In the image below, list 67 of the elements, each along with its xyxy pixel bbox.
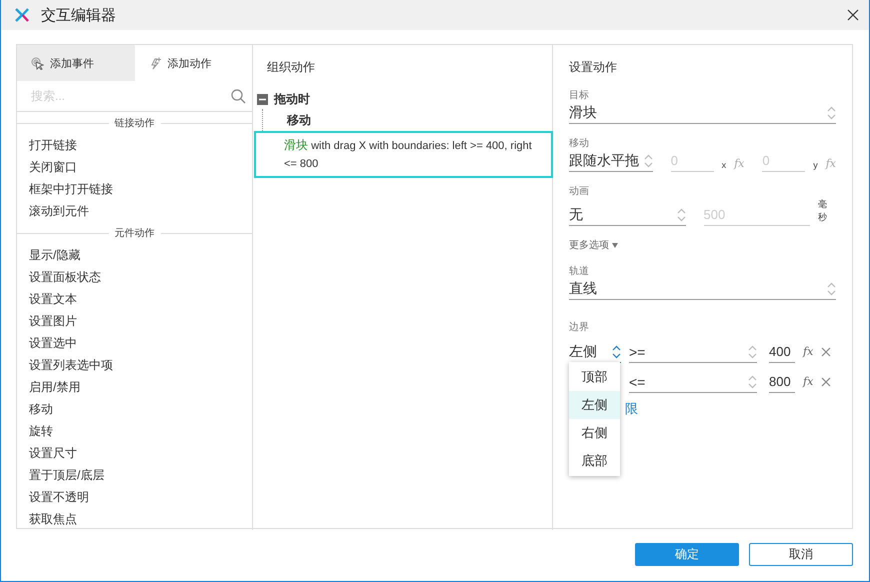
action-item[interactable]: 设置面板状态 [29, 270, 101, 284]
remove-icon[interactable] [821, 347, 832, 357]
event-label[interactable]: 拖动时 [274, 90, 310, 108]
field-label: 动画 [569, 186, 589, 197]
track-select[interactable]: 直线 [569, 278, 836, 300]
action-item[interactable]: 获取焦点 [29, 512, 77, 526]
field-label: 目标 [569, 90, 589, 101]
search-icon[interactable] [231, 88, 246, 104]
panel-title: 组织动作 [267, 60, 315, 74]
action-item[interactable]: 打开链接 [29, 138, 77, 152]
panel-tab[interactable]: 添加事件 [17, 45, 134, 81]
formula-button[interactable]: fx [803, 374, 814, 390]
formula-button[interactable]: fx [803, 344, 814, 360]
action-item[interactable]: 置于顶层/底层 [29, 468, 104, 482]
dropdown-option[interactable]: 底部 [569, 447, 620, 475]
operator-select[interactable]: >= [629, 341, 757, 363]
select-arrows-icon[interactable] [644, 154, 653, 168]
action-item[interactable]: 设置图片 [29, 314, 77, 328]
action-detail[interactable]: 滑块 with drag X with boundaries: left >= 400, right <= 800 [254, 131, 553, 178]
field-label: 边界 [569, 322, 589, 333]
add-boundary-link[interactable]: 限 [625, 401, 638, 416]
move-select[interactable]: 跟随水平拖 [569, 150, 653, 172]
dropdown-option[interactable]: 右侧 [569, 419, 620, 447]
value-field[interactable]: 800 [769, 371, 795, 393]
action-item[interactable]: 框架中打开链接 [29, 182, 113, 196]
dropdown-option[interactable]: 顶部 [569, 363, 620, 391]
action-item[interactable]: 设置尺寸 [29, 446, 77, 460]
sparkle-icon [148, 56, 162, 70]
caret-icon[interactable] [612, 242, 618, 248]
action-item[interactable]: 关闭窗口 [29, 160, 77, 174]
action-item[interactable]: 启用/禁用 [29, 380, 80, 394]
section-heading: 元件动作 [114, 227, 154, 240]
target-select[interactable]: 滑块 [569, 102, 836, 124]
app-logo-icon [15, 8, 29, 22]
remove-icon[interactable] [821, 377, 832, 387]
cancel-button[interactable]: 取消 [749, 543, 853, 566]
action-item[interactable]: 移动 [29, 402, 53, 416]
select-arrows-icon[interactable] [748, 374, 757, 388]
select-arrows-icon[interactable] [748, 344, 757, 358]
action-item[interactable]: 旋转 [29, 424, 53, 438]
unit-label: 毫秒 [818, 198, 828, 224]
select-arrows-icon[interactable] [827, 106, 836, 120]
action-item[interactable]: 设置文本 [29, 292, 77, 306]
panel-title: 设置动作 [569, 60, 617, 74]
action-item[interactable]: 设置不透明 [29, 490, 89, 504]
action-item[interactable]: 设置选中 [29, 336, 77, 350]
operator-select[interactable]: <= [629, 371, 757, 393]
action-item[interactable]: 滚动到元件 [29, 204, 89, 218]
field-label: 移动 [569, 138, 589, 149]
action-label[interactable]: 移动 [287, 113, 311, 127]
field-label: 轨道 [569, 266, 589, 277]
section-heading: 链接动作 [114, 116, 154, 130]
select-arrows-icon[interactable] [612, 344, 621, 358]
unit-label: x [722, 160, 726, 172]
collapse-icon[interactable] [257, 94, 268, 104]
dropdown-option[interactable]: 左侧 [569, 391, 620, 419]
more-options-link[interactable]: 更多选项 [569, 238, 609, 252]
close-icon[interactable] [847, 9, 859, 21]
unit-label: y [813, 160, 818, 172]
animation-select[interactable]: 无 [569, 204, 686, 226]
action-item[interactable]: 显示/隐藏 [29, 248, 80, 262]
cursor-click-icon [31, 56, 44, 70]
select-arrows-icon[interactable] [676, 208, 686, 222]
value-field[interactable]: 400 [769, 341, 795, 363]
select-arrows-icon[interactable] [827, 282, 836, 296]
action-item[interactable]: 设置列表选中项 [29, 358, 113, 372]
window-title: 交互编辑器 [41, 6, 117, 24]
